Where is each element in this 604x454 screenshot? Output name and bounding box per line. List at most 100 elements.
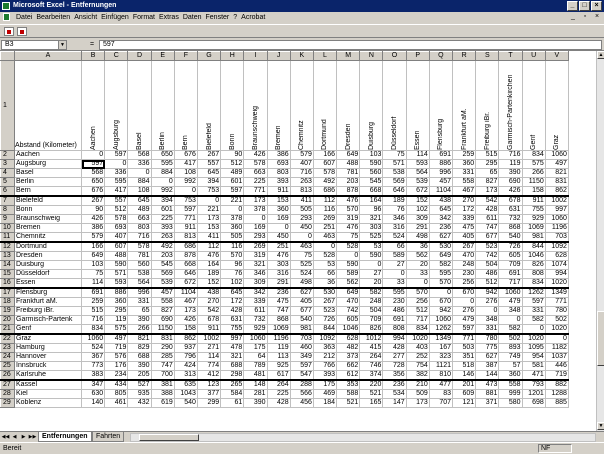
distance-cell[interactable]: 504 — [475, 260, 500, 270]
distance-cell[interactable]: 75 — [382, 150, 407, 160]
column-header-e[interactable]: E — [150, 51, 175, 61]
distance-cell[interactable]: 267 — [80, 195, 106, 206]
menu-bearbeiten[interactable]: Bearbeiten — [36, 12, 70, 24]
city-header-cell[interactable]: Aachen — [80, 60, 106, 151]
distance-cell[interactable]: 1060 — [243, 333, 268, 344]
distance-cell[interactable]: 189 — [196, 269, 222, 279]
distance-cell[interactable]: 277 — [382, 352, 407, 362]
menu-format[interactable]: Format — [133, 12, 155, 24]
distance-cell[interactable]: 336 — [127, 159, 152, 169]
distance-cell[interactable]: 509 — [405, 389, 430, 399]
distance-cell[interactable]: 780 — [544, 306, 569, 316]
column-header-u[interactable]: U — [521, 51, 546, 61]
distance-cell[interactable]: 994 — [382, 333, 407, 344]
distance-cell[interactable]: 1060 — [544, 150, 569, 160]
distance-cell[interactable]: 590 — [359, 251, 384, 261]
vertical-scrollbar[interactable]: ▲ ▼ — [596, 51, 604, 431]
distance-cell[interactable]: 479 — [498, 297, 523, 307]
city-header-cell[interactable]: Freiburg iBr. — [475, 60, 500, 151]
distance-cell[interactable]: 663 — [127, 214, 152, 224]
distance-cell[interactable]: 821 — [544, 168, 569, 178]
distance-cell[interactable]: 992 — [150, 186, 175, 197]
distance-cell[interactable]: 1020 — [521, 333, 546, 344]
distance-cell[interactable]: 716 — [289, 168, 314, 178]
distance-cell[interactable]: 489 — [220, 168, 245, 178]
distance-cell[interactable]: 627 — [428, 232, 454, 243]
distance-cell[interactable]: 342 — [243, 287, 268, 298]
distance-cell[interactable]: 1092 — [544, 241, 569, 252]
distance-cell[interactable]: 893 — [498, 343, 523, 353]
distance-cell[interactable]: 709 — [498, 260, 523, 270]
distance-cell[interactable]: 116 — [312, 205, 338, 215]
distance-cell[interactable]: 264 — [266, 379, 291, 390]
distance-cell[interactable]: 645 — [428, 205, 454, 215]
distance-cell[interactable]: 347 — [80, 379, 106, 390]
column-header-m[interactable]: M — [336, 51, 361, 61]
city-header-cell[interactable]: Graz — [544, 60, 569, 151]
distance-cell[interactable]: 530 — [428, 241, 454, 252]
distance-cell[interactable]: 649 — [336, 150, 361, 160]
distance-cell[interactable]: 265 — [220, 379, 245, 390]
distance-cell[interactable]: 672 — [173, 278, 198, 289]
distance-cell[interactable]: 749 — [498, 352, 523, 362]
distance-cell[interactable]: 831 — [150, 333, 175, 344]
distance-cell[interactable]: 911 — [521, 195, 546, 206]
distance-cell[interactable]: 627 — [289, 287, 314, 298]
distance-cell[interactable]: 172 — [220, 297, 245, 307]
city-header-cell[interactable]: Braunschweig — [243, 60, 268, 151]
distance-cell[interactable]: 503 — [451, 343, 477, 353]
distance-cell[interactable]: 593 — [405, 159, 430, 169]
distance-cell[interactable]: 167 — [428, 343, 454, 353]
distance-cell[interactable]: 813 — [289, 186, 314, 197]
row-header[interactable]: 7 — [0, 195, 15, 206]
distance-cell[interactable]: 116 — [220, 241, 245, 252]
distance-cell[interactable]: 672 — [405, 186, 430, 197]
distance-cell[interactable]: 588 — [336, 389, 361, 399]
distance-cell[interactable]: 688 — [220, 361, 245, 371]
distance-cell[interactable]: 755 — [521, 205, 546, 215]
distance-cell[interactable]: 545 — [359, 177, 384, 187]
city-name-cell[interactable]: Braunschweig — [14, 214, 82, 224]
distance-cell[interactable]: 348 — [475, 315, 500, 325]
distance-cell[interactable]: 61 — [220, 398, 245, 408]
distance-cell[interactable]: 564 — [405, 168, 430, 178]
distance-cell[interactable]: 716 — [80, 315, 106, 325]
distance-cell[interactable]: 103 — [359, 150, 384, 160]
distance-cell[interactable]: 339 — [243, 297, 268, 307]
distance-cell[interactable]: 488 — [104, 251, 129, 261]
city-header-cell[interactable]: Berlin — [150, 60, 175, 151]
distance-cell[interactable]: 821 — [127, 333, 152, 344]
distance-cell[interactable]: 771 — [243, 186, 268, 197]
distance-cell[interactable]: 540 — [289, 315, 314, 325]
distance-cell[interactable]: 631 — [220, 315, 245, 325]
distance-cell[interactable]: 417 — [173, 159, 198, 169]
distance-cell[interactable]: 53 — [359, 241, 384, 252]
distance-cell[interactable]: 65 — [127, 306, 152, 316]
distance-cell[interactable]: 492 — [312, 177, 338, 187]
distance-cell[interactable]: 628 — [336, 333, 361, 344]
distance-cell[interactable]: 612 — [336, 370, 361, 381]
distance-cell[interactable]: 475 — [451, 223, 477, 233]
distance-cell[interactable]: 383 — [80, 370, 106, 381]
maximize-icon[interactable]: □ — [579, 1, 590, 11]
row-header[interactable]: 24 — [0, 352, 15, 362]
distance-cell[interactable]: 309 — [243, 278, 268, 289]
distance-cell[interactable]: 1092 — [312, 333, 338, 344]
distance-cell[interactable]: 96 — [220, 260, 245, 270]
distance-cell[interactable]: 212 — [312, 352, 338, 362]
scroll-up-icon[interactable]: ▲ — [597, 51, 604, 59]
column-header-q[interactable]: Q — [428, 51, 454, 61]
city-header-cell[interactable]: Bonn — [220, 60, 245, 151]
row-header[interactable]: 23 — [0, 343, 15, 353]
distance-cell[interactable]: 609 — [451, 389, 477, 399]
distance-cell[interactable]: 248 — [451, 260, 477, 270]
distance-cell[interactable]: 1349 — [428, 333, 454, 344]
distance-cell[interactable]: 470 — [336, 297, 361, 307]
distance-cell[interactable]: 627 — [475, 352, 500, 362]
distance-cell[interactable]: 646 — [382, 186, 407, 197]
distance-cell[interactable]: 582 — [428, 260, 454, 270]
city-header-cell[interactable]: Basel — [127, 60, 152, 151]
distance-cell[interactable]: 267 — [312, 297, 338, 307]
distance-cell[interactable]: 884 — [150, 168, 175, 178]
distance-cell[interactable]: 351 — [451, 352, 477, 362]
